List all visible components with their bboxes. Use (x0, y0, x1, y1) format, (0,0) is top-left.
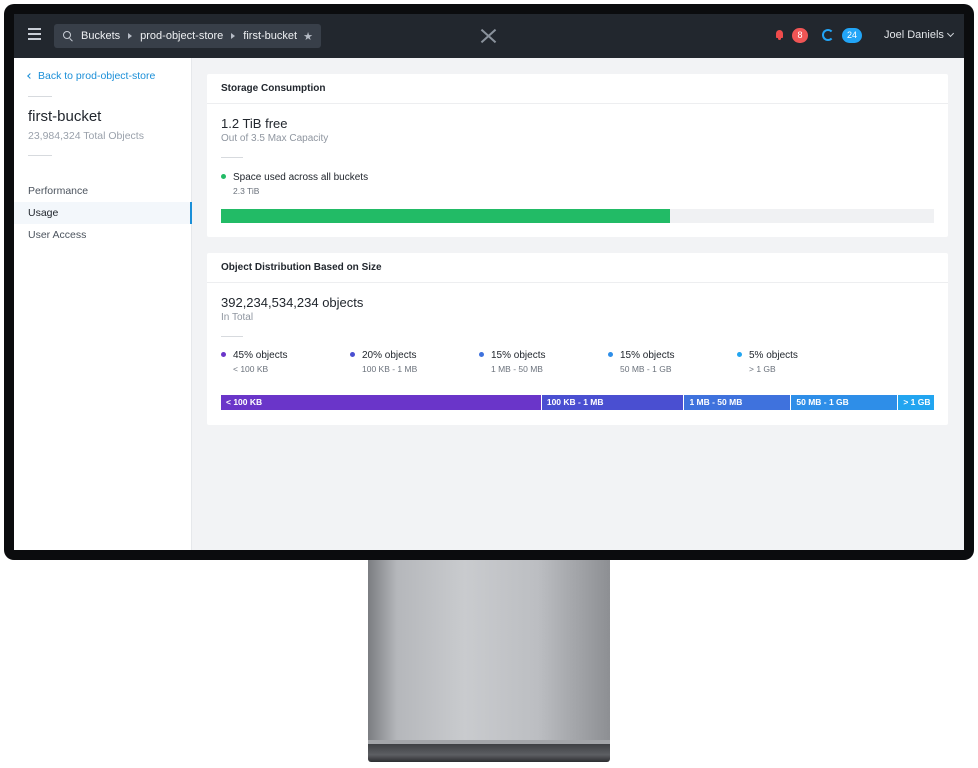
legend-dot-icon (221, 174, 226, 179)
divider (221, 157, 243, 158)
breadcrumb-search-bar[interactable]: Buckets prod-object-store first-bucket ★ (54, 24, 321, 48)
object-distribution-card: Object Distribution Based on Size 392,23… (207, 253, 948, 425)
brand-logo-icon (480, 28, 497, 44)
legend-dot-icon (479, 352, 484, 357)
user-menu[interactable]: Joel Daniels (884, 29, 954, 41)
chevron-down-icon (946, 29, 954, 38)
monitor-frame: Buckets prod-object-store first-bucket ★… (4, 4, 974, 560)
card-title: Object Distribution Based on Size (207, 253, 948, 283)
legend-range: > 1 GB (749, 364, 776, 374)
breadcrumb-buckets[interactable]: Buckets (81, 30, 120, 42)
legend-range: 1 MB - 50 MB (491, 364, 543, 374)
divider (28, 96, 52, 97)
distribution-segment-over-1gb: > 1 GB (898, 395, 934, 410)
legend-dot-icon (737, 352, 742, 357)
top-navigation-bar: Buckets prod-object-store first-bucket ★… (14, 14, 964, 58)
distribution-segment-50mb-1gb: 50 MB - 1 GB (791, 395, 899, 410)
legend-dot-icon (608, 352, 613, 357)
chevron-left-icon (27, 73, 33, 79)
legend-percent: 15% objects (491, 350, 546, 361)
distribution-legend-item: 20% objects 100 KB - 1 MB (350, 350, 417, 374)
legend-dot-icon (221, 352, 226, 357)
storage-free: 1.2 TiB free (221, 116, 288, 131)
tasks-count-badge[interactable]: 24 (842, 28, 862, 43)
monitor-stand-base (368, 740, 610, 762)
storage-usage-fill (221, 209, 671, 223)
distribution-segment-100kb-1mb: 100 KB - 1 MB (541, 395, 685, 410)
app-screen: Buckets prod-object-store first-bucket ★… (14, 14, 964, 550)
user-name: Joel Daniels (884, 29, 944, 41)
bell-icon[interactable] (775, 30, 784, 40)
legend-percent: 45% objects (233, 350, 288, 361)
search-icon[interactable] (63, 31, 73, 41)
distribution-legend-item: 15% objects 50 MB - 1 GB (608, 350, 674, 374)
distribution-legend-item: 15% objects 1 MB - 50 MB (479, 350, 545, 374)
legend-percent: 20% objects (362, 350, 417, 361)
sidebar-item-user-access[interactable]: User Access (14, 224, 192, 246)
distribution-segment-1mb-50mb: 1 MB - 50 MB (684, 395, 792, 410)
breadcrumb-prod-object-store[interactable]: prod-object-store (140, 30, 223, 42)
legend-value: 2.3 TiB (233, 186, 260, 196)
legend-percent: 15% objects (620, 350, 675, 361)
breadcrumb-separator-icon (128, 33, 133, 39)
tasks-spinner-icon[interactable] (822, 29, 834, 41)
card-title: Storage Consumption (207, 74, 948, 104)
distribution-segment-under-100kb: < 100 KB (221, 395, 542, 410)
sidebar-item-usage[interactable]: Usage (14, 202, 192, 224)
breadcrumb-first-bucket[interactable]: first-bucket (243, 30, 297, 42)
legend-range: 50 MB - 1 GB (620, 364, 672, 374)
bucket-title: first-bucket (28, 108, 102, 125)
divider (221, 336, 243, 337)
storage-consumption-card: Storage Consumption 1.2 TiB free Out of … (207, 74, 948, 237)
storage-legend-item: Space used across all buckets 2.3 TiB (221, 172, 368, 196)
distribution-bar: < 100 KB 100 KB - 1 MB 1 MB - 50 MB 50 M… (221, 395, 934, 410)
back-link-label: Back to prod-object-store (38, 70, 156, 82)
storage-usage-bar (221, 209, 934, 223)
objects-total-sub: In Total (221, 312, 254, 323)
sidebar: Back to prod-object-store first-bucket 2… (14, 58, 192, 550)
legend-percent: 5% objects (749, 350, 798, 361)
bucket-object-count: 23,984,324 Total Objects (28, 130, 144, 142)
distribution-legend-item: 45% objects < 100 KB (221, 350, 287, 374)
divider (28, 155, 52, 156)
storage-capacity: Out of 3.5 Max Capacity (221, 133, 329, 144)
distribution-legend-item: 5% objects > 1 GB (737, 350, 798, 374)
legend-range: < 100 KB (233, 364, 269, 374)
alerts-count-badge[interactable]: 8 (792, 28, 808, 43)
legend-range: 100 KB - 1 MB (362, 364, 418, 374)
hamburger-menu-icon[interactable] (28, 28, 41, 42)
back-link[interactable]: Back to prod-object-store (27, 70, 156, 82)
legend-label: Space used across all buckets (233, 172, 369, 183)
sidebar-item-performance[interactable]: Performance (14, 180, 192, 202)
legend-dot-icon (350, 352, 355, 357)
star-icon[interactable]: ★ (303, 30, 313, 43)
breadcrumb-separator-icon (231, 33, 236, 39)
objects-total: 392,234,534,234 objects (221, 295, 364, 310)
monitor-stand (368, 560, 610, 744)
